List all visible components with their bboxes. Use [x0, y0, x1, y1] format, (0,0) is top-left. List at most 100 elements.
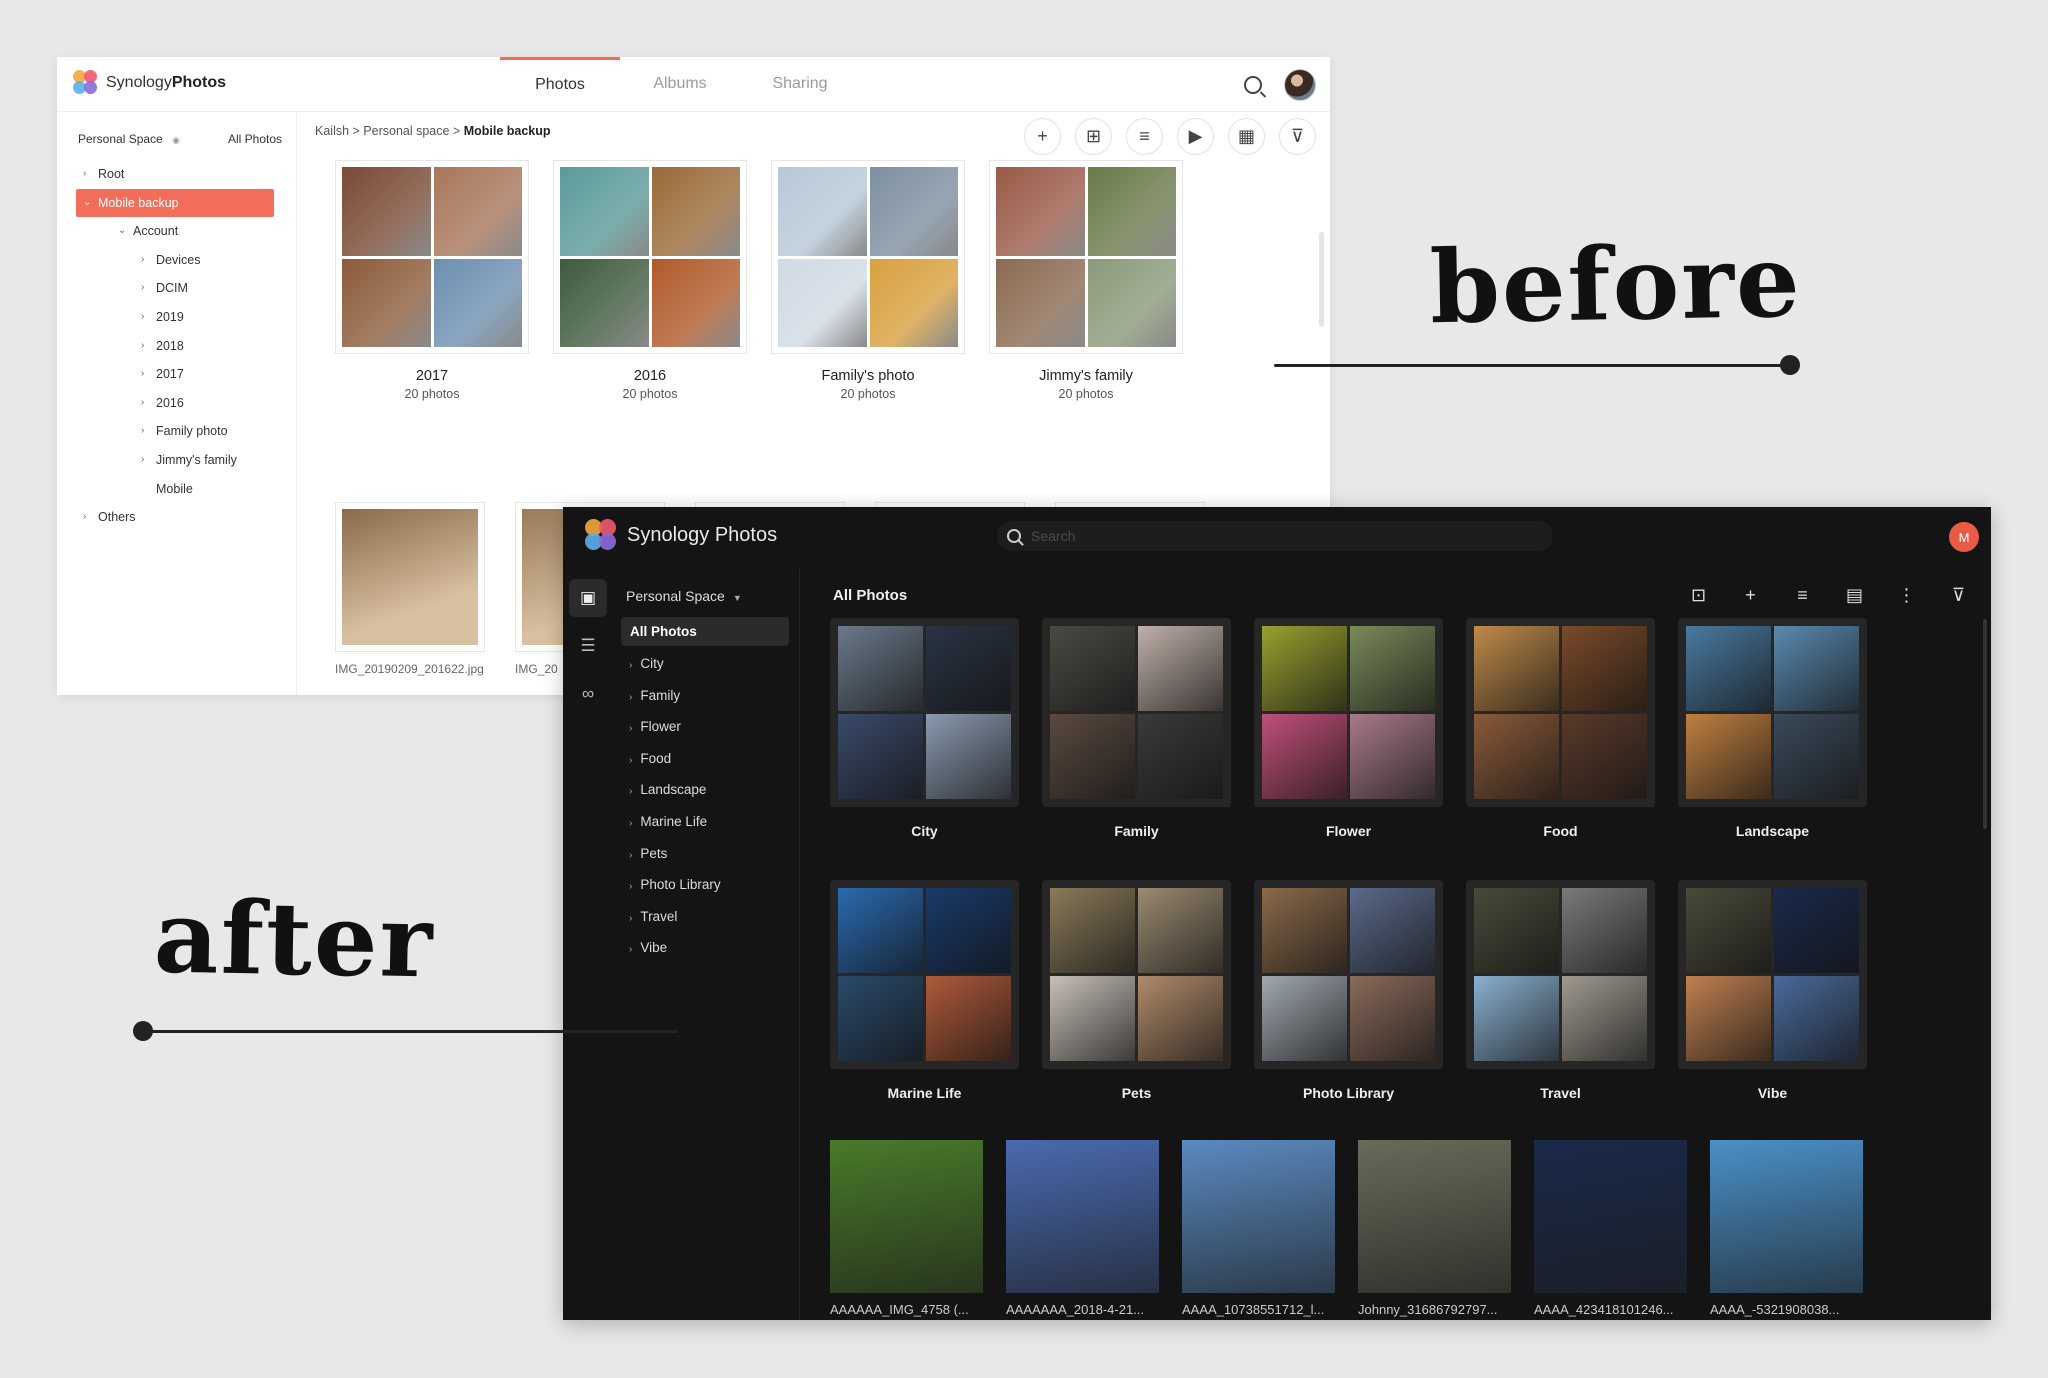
light-logo[interactable]: SynologyPhotos — [73, 70, 226, 96]
sidebar-item[interactable]: › Pets — [613, 838, 799, 870]
before-pointer-line — [1274, 364, 1790, 367]
album-title: Landscape — [1735, 823, 1810, 839]
breadcrumb-current[interactable]: Mobile backup — [464, 124, 551, 138]
chevron-right-icon: › — [141, 396, 145, 408]
photos-icon[interactable]: ▣ — [569, 579, 607, 617]
photo-item[interactable]: AAAAAA_IMG_4758 (... — [830, 1140, 983, 1317]
avatar[interactable]: M — [1949, 522, 1979, 552]
album-title: Family's photo — [821, 368, 915, 384]
album-thumbnail — [560, 258, 649, 347]
album-card[interactable]: 2017 20 photos — [335, 160, 529, 401]
album-card[interactable]: Vibe — [1678, 880, 1867, 1101]
search-icon[interactable] — [1244, 76, 1262, 94]
chevron-right-icon: › — [629, 817, 633, 829]
slideshow-icon[interactable]: ▶ — [1177, 118, 1214, 155]
new-folder-icon[interactable]: ⊞ — [1075, 118, 1112, 155]
sidebar-item[interactable]: › Food — [613, 743, 799, 775]
sidebar-item[interactable]: › 2017 — [57, 360, 296, 389]
sidebar-item[interactable]: ⌄ Mobile backup — [76, 188, 274, 218]
sidebar-item[interactable]: › Family photo — [57, 417, 296, 446]
chevron-right-icon: › — [629, 723, 633, 735]
album-card[interactable]: Flower — [1254, 618, 1443, 839]
more-icon[interactable]: ⋮ — [1890, 579, 1923, 612]
album-title: Vibe — [1757, 1085, 1788, 1101]
add-icon[interactable]: + — [1024, 118, 1061, 155]
sidebar-item[interactable]: › DCIM — [57, 274, 296, 303]
sidebar-item[interactable]: › 2016 — [57, 389, 296, 418]
all-photos-link[interactable]: All Photos — [228, 132, 282, 146]
album-thumbnail — [778, 167, 867, 256]
sidebar-item-label: DCIM — [156, 281, 188, 296]
space-selector[interactable]: Personal Space ▼ — [613, 569, 799, 604]
album-card[interactable]: Jimmy's family 20 photos — [989, 160, 1183, 401]
sidebar-item[interactable]: › Travel — [613, 901, 799, 933]
sidebar-item-label: Family photo — [156, 424, 228, 439]
sidebar-item[interactable]: › 2018 — [57, 332, 296, 361]
sidebar-item[interactable]: › Photo Library — [613, 869, 799, 901]
photo-item[interactable]: AAAA_423418101246... — [1534, 1140, 1687, 1317]
scrollbar[interactable] — [1983, 619, 1987, 829]
chevron-right-icon: › — [629, 944, 633, 956]
sidebar-item[interactable]: › Jimmy's family — [57, 446, 296, 475]
sidebar-item[interactable]: › Landscape — [613, 774, 799, 806]
sidebar-item[interactable]: › Vibe — [613, 932, 799, 964]
tab-albums[interactable]: Albums — [620, 57, 740, 112]
photo-thumbnail — [1006, 1140, 1159, 1293]
album-card[interactable]: 2016 20 photos — [553, 160, 747, 401]
album-thumbnail — [1562, 888, 1647, 973]
chevron-right-icon: › — [629, 691, 633, 703]
chevron-right-icon: › — [141, 453, 145, 465]
sidebar-item[interactable]: › 2019 — [57, 303, 296, 332]
chevron-right-icon: › — [141, 253, 145, 265]
add-icon[interactable]: + — [1734, 579, 1767, 612]
photo-item[interactable]: IMG_20190209_201622.jpg — [335, 502, 485, 676]
chevron-right-icon: › — [141, 339, 145, 351]
album-title: Food — [1543, 823, 1578, 839]
album-cover — [1466, 880, 1655, 1069]
album-card[interactable]: City — [830, 618, 1019, 839]
photo-item[interactable]: Johnny_31686792797... — [1358, 1140, 1511, 1317]
photo-item[interactable]: AAAAAAA_2018-4-21... — [1006, 1140, 1159, 1317]
album-card[interactable]: Family — [1042, 618, 1231, 839]
album-card[interactable]: Travel — [1466, 880, 1655, 1101]
album-count: 20 photos — [840, 387, 896, 401]
album-card[interactable]: Family's photo 20 photos — [771, 160, 965, 401]
sidebar-item[interactable]: › City — [613, 648, 799, 680]
select-icon[interactable]: ⊡ — [1682, 579, 1715, 612]
filter-icon[interactable]: ⊽ — [1942, 579, 1975, 612]
calendar-icon[interactable]: ▤ — [1838, 579, 1871, 612]
search-input[interactable] — [1031, 528, 1531, 544]
photo-item[interactable]: AAAA_-5321908038... — [1710, 1140, 1863, 1317]
sort-icon[interactable]: ≡ — [1126, 118, 1163, 155]
space-selector[interactable]: Personal Space ◉ — [78, 132, 180, 146]
filter-icon[interactable]: ⊽ — [1279, 118, 1316, 155]
album-card[interactable]: Marine Life — [830, 880, 1019, 1101]
tab-sharing[interactable]: Sharing — [740, 57, 860, 112]
sidebar-item[interactable]: › Marine Life — [613, 806, 799, 838]
people-icon[interactable]: ∞ — [569, 675, 607, 713]
tab-photos[interactable]: Photos — [500, 57, 620, 112]
album-card[interactable]: Landscape — [1678, 618, 1867, 839]
sidebar-item[interactable]: › Flower — [613, 711, 799, 743]
sort-icon[interactable]: ≡ — [1786, 579, 1819, 612]
album-thumbnail — [433, 167, 522, 256]
album-card[interactable]: Pets — [1042, 880, 1231, 1101]
album-card[interactable]: Photo Library — [1254, 880, 1443, 1101]
sidebar-item[interactable]: › Devices — [57, 246, 296, 275]
album-title: Photo Library — [1302, 1085, 1394, 1101]
grid-view-icon[interactable]: ▦ — [1228, 118, 1265, 155]
dark-logo[interactable]: Synology Photos — [585, 519, 777, 551]
scrollbar[interactable] — [1319, 232, 1324, 327]
photo-item[interactable]: AAAA_10738551712_l... — [1182, 1140, 1335, 1317]
dark-album-grid: City Family Flower Food Landscape Marine Life… — [830, 618, 1867, 1101]
sidebar-item[interactable]: ⌄ Account — [57, 217, 296, 246]
sidebar-item[interactable]: › Others — [57, 503, 296, 532]
sidebar-item[interactable]: Mobile — [57, 475, 296, 504]
sidebar-item[interactable]: All Photos — [621, 617, 789, 646]
sidebar-item[interactable]: › Root — [57, 160, 296, 189]
sidebar-item[interactable]: › Family — [613, 680, 799, 712]
avatar[interactable] — [1284, 69, 1316, 101]
album-card[interactable]: Food — [1466, 618, 1655, 839]
albums-icon[interactable]: ☰ — [569, 627, 607, 665]
album-title: 2017 — [415, 368, 449, 384]
